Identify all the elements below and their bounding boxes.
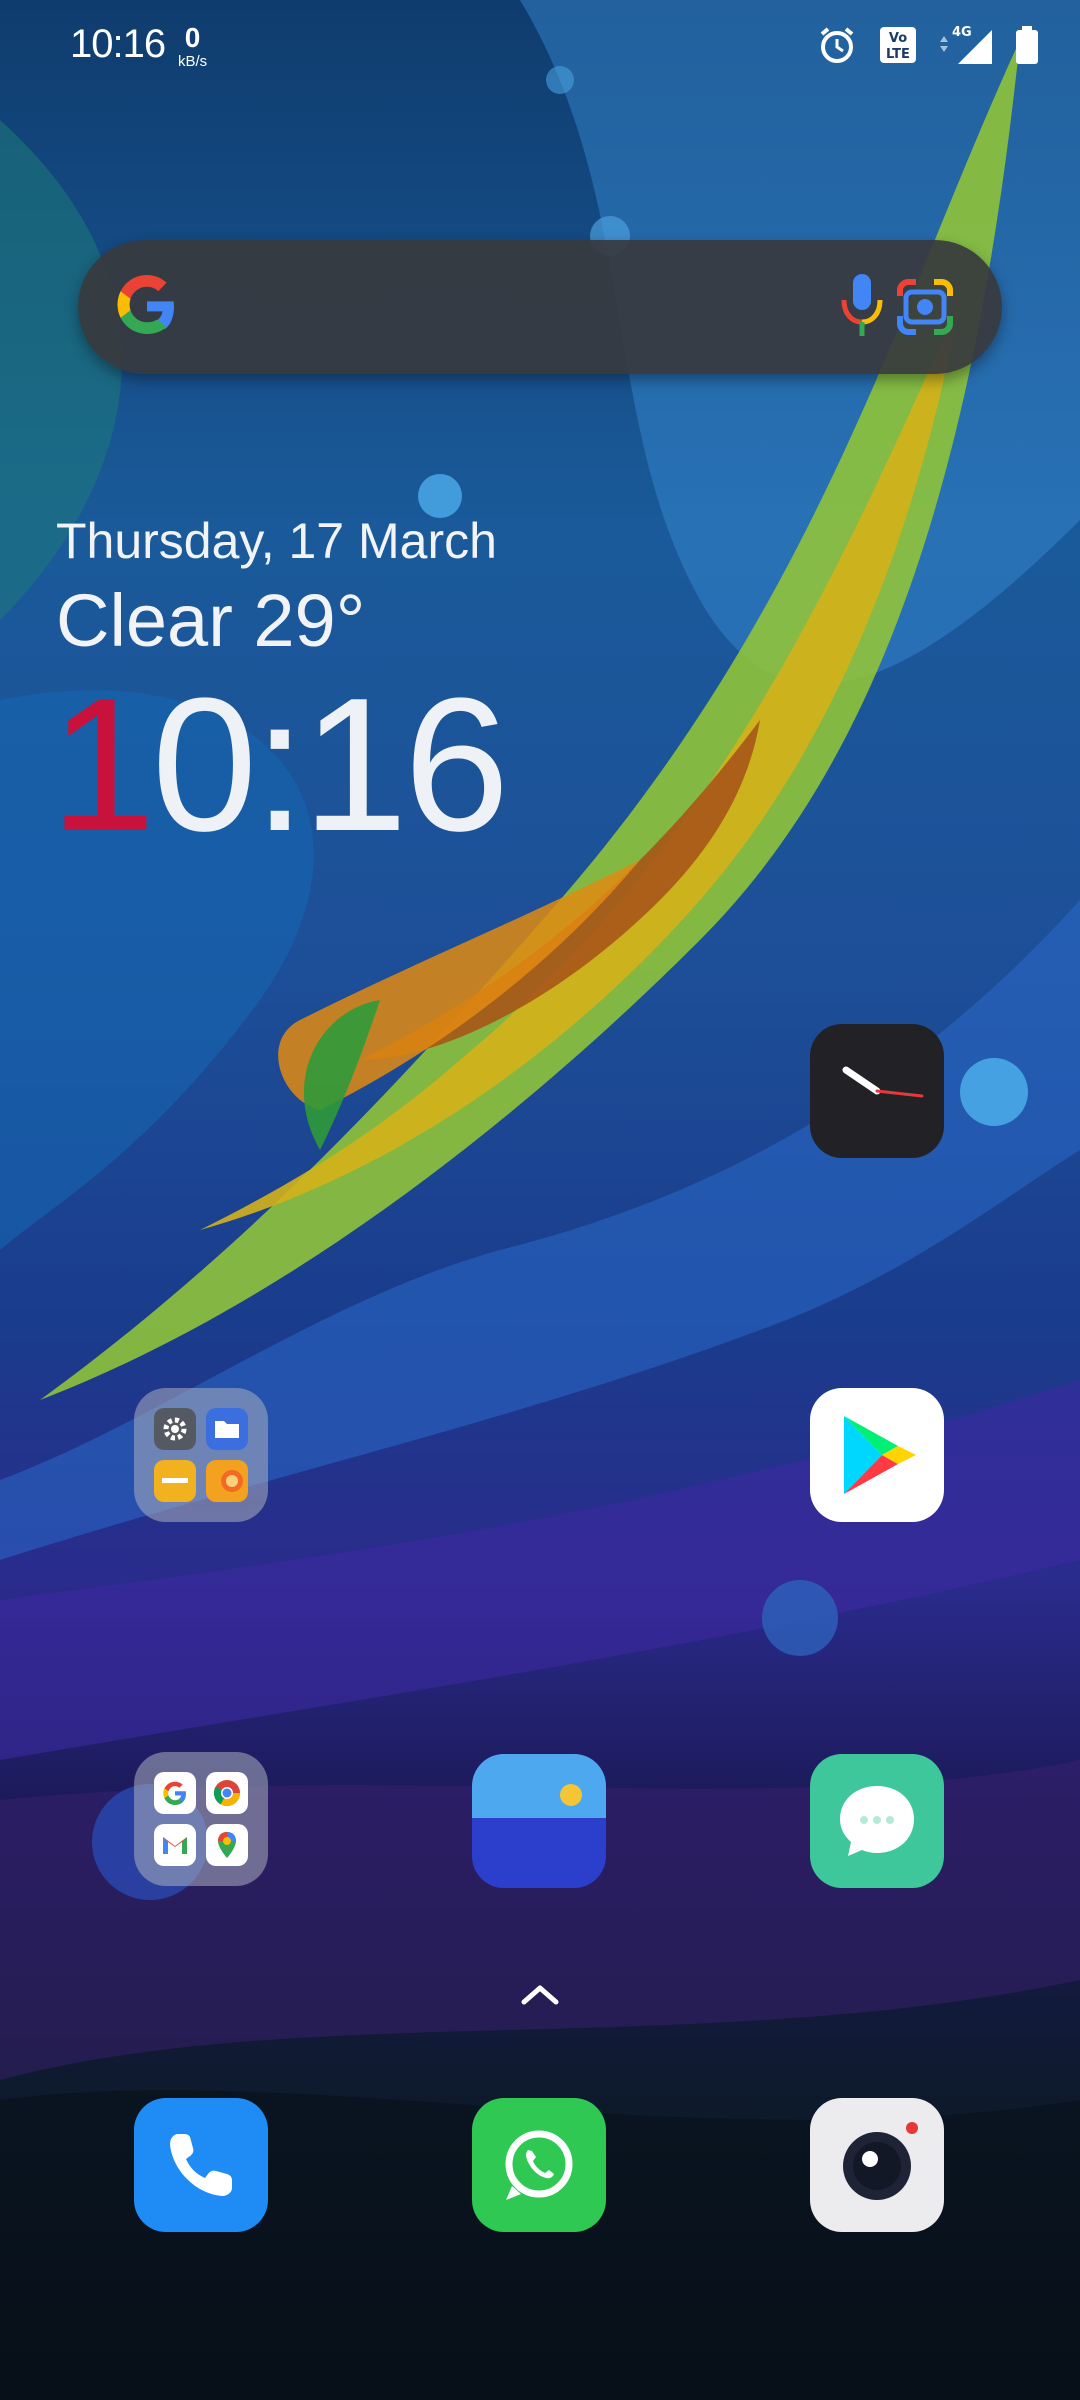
settings-icon — [154, 1408, 196, 1450]
files-icon — [206, 1408, 248, 1450]
google-icon — [154, 1772, 196, 1814]
phone-app-icon[interactable] — [134, 2098, 268, 2232]
clock-app-icon[interactable] — [810, 1024, 944, 1158]
chrome-icon — [206, 1772, 248, 1814]
svg-text:LTE: LTE — [886, 47, 910, 62]
play-store-app-icon[interactable] — [810, 1388, 944, 1522]
google-search-bar[interactable] — [78, 240, 1002, 374]
widget-clock-first-digit: 1 — [50, 659, 156, 871]
google-folder[interactable] — [134, 1752, 268, 1886]
google-lens-icon[interactable] — [894, 276, 956, 343]
google-g-icon — [114, 273, 180, 344]
svg-text:4G: 4G — [952, 25, 972, 40]
network-speed: 0 kB/s — [178, 22, 208, 70]
tools-folder[interactable] — [134, 1388, 268, 1522]
svg-text:Vo: Vo — [889, 31, 907, 46]
widget-clock[interactable]: 10:16 — [50, 670, 509, 860]
widget-weather[interactable]: Clear 29° — [56, 578, 365, 663]
network-speed-value: 0 — [184, 22, 201, 53]
camera-app-icon[interactable] — [810, 2098, 944, 2232]
gallery-app-icon[interactable] — [472, 1754, 606, 1888]
microphone-icon[interactable] — [834, 270, 890, 347]
gallery-sun — [560, 1784, 582, 1806]
whatsapp-app-icon[interactable] — [472, 2098, 606, 2232]
4g-signal-icon: 4G — [938, 24, 994, 66]
alarm-icon — [816, 24, 858, 66]
volte-icon: Vo LTE — [878, 25, 918, 65]
status-time: 10:16 — [70, 22, 166, 66]
messages-app-icon[interactable] — [810, 1754, 944, 1888]
app-drawer-arrow-icon[interactable] — [516, 1978, 564, 2013]
battery-icon — [1014, 24, 1040, 66]
gmail-icon — [154, 1824, 196, 1866]
status-bar: 10:16 0 kB/s Vo LTE 4G — [0, 0, 1080, 90]
gallery-sky — [472, 1754, 606, 1818]
maps-icon — [206, 1824, 248, 1866]
notes-icon — [154, 1460, 196, 1502]
network-speed-unit: kB/s — [178, 53, 208, 70]
recorder-icon — [206, 1460, 248, 1502]
widget-date[interactable]: Thursday, 17 March — [56, 512, 497, 570]
widget-clock-rest: 0:16 — [151, 659, 510, 871]
